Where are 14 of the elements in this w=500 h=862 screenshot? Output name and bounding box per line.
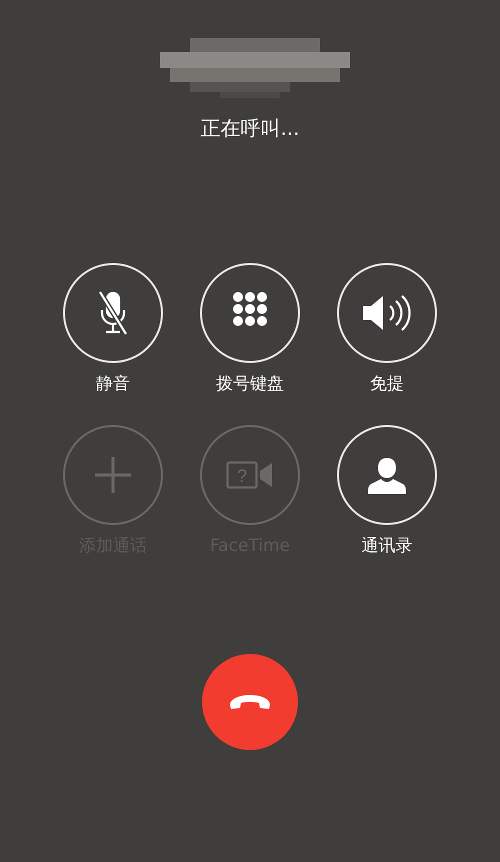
button-label: 通讯录	[362, 535, 412, 557]
phone-handset-icon	[228, 693, 272, 711]
speaker-button[interactable]	[337, 263, 437, 363]
plus-icon	[94, 456, 132, 494]
muted-microphone-icon	[96, 290, 130, 336]
button-label: 拨号键盘	[216, 373, 284, 395]
mute-button[interactable]	[63, 263, 163, 363]
person-icon	[367, 455, 407, 495]
button-label: 免提	[370, 373, 404, 395]
keypad-button[interactable]	[200, 263, 300, 363]
speaker-icon	[361, 293, 413, 333]
button-label: 静音	[96, 373, 130, 395]
contacts-button[interactable]	[337, 425, 437, 525]
call-status: 正在呼叫...	[200, 116, 300, 140]
